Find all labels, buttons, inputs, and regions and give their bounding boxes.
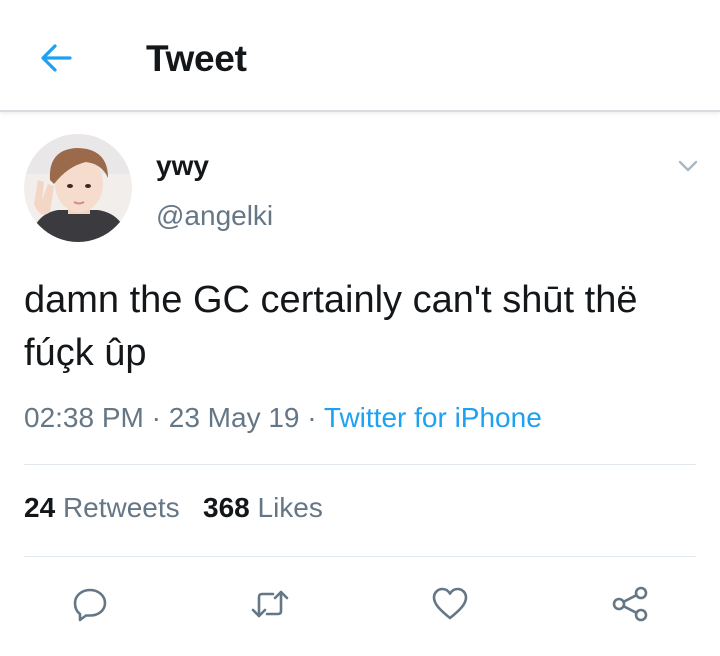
reply-icon	[73, 588, 107, 622]
tweet-date: 23 May 19	[168, 402, 300, 433]
divider	[24, 464, 696, 465]
divider	[24, 556, 696, 557]
retweets-count: 24	[24, 492, 56, 523]
back-button[interactable]	[34, 36, 78, 80]
tweet-meta: 02:38 PM · 23 May 19 · Twitter for iPhon…	[24, 402, 542, 434]
retweets-stat[interactable]: 24 Retweets	[24, 492, 180, 523]
top-bar: Tweet	[0, 0, 720, 112]
tweet-time: 02:38 PM	[24, 402, 144, 433]
avatar[interactable]	[24, 134, 132, 242]
heart-icon	[432, 587, 468, 620]
retweet-button[interactable]	[248, 582, 292, 626]
likes-label: Likes	[257, 492, 323, 523]
tweet-stats: 24 Retweets 368 Likes	[24, 492, 323, 524]
likes-stat[interactable]: 368 Likes	[203, 492, 323, 523]
tweet-text: damn the GC certainly can't shūt thë fúç…	[24, 279, 638, 374]
meta-separator: ·	[151, 402, 161, 433]
reply-button[interactable]	[68, 582, 112, 626]
display-name[interactable]: ywy	[156, 150, 209, 182]
retweets-label: Retweets	[62, 492, 180, 523]
retweet-icon	[251, 590, 289, 618]
action-bar	[0, 572, 720, 636]
tweet-source-link[interactable]: Twitter for iPhone	[324, 402, 542, 433]
arrow-left-icon	[41, 44, 72, 72]
page-title: Tweet	[146, 38, 247, 79]
share-button[interactable]	[608, 582, 652, 626]
chevron-down-icon[interactable]	[672, 150, 704, 182]
likes-count: 368	[203, 492, 250, 523]
like-button[interactable]	[428, 582, 472, 626]
user-handle[interactable]: @angelki	[156, 200, 273, 232]
share-icon	[612, 586, 648, 622]
meta-separator: ·	[307, 402, 317, 433]
